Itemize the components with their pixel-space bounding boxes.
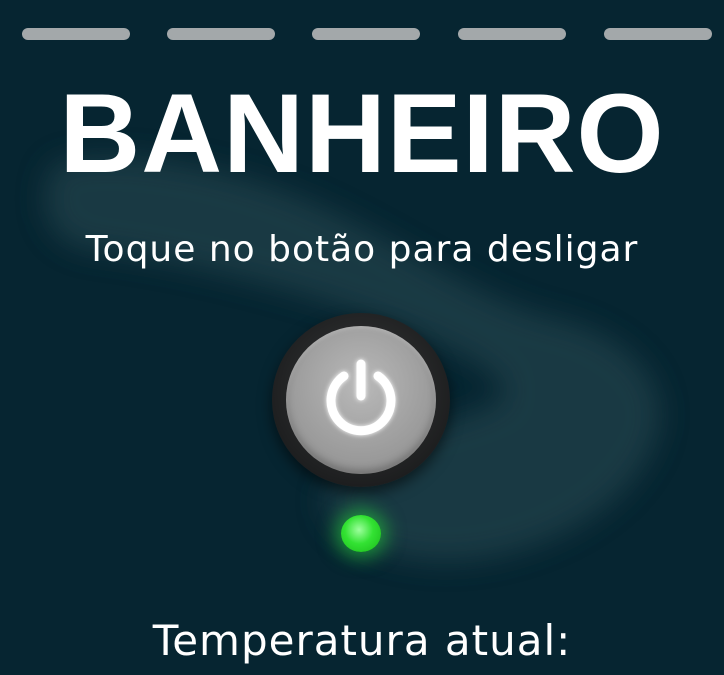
tab-indicator-3[interactable] [312,28,420,40]
tab-indicator-2[interactable] [167,28,275,40]
tab-indicator-4[interactable] [458,28,566,40]
power-button[interactable] [272,313,450,487]
room-title: BANHEIRO [59,71,665,196]
power-button-face[interactable] [286,326,436,474]
temperature-label: Temperatura atual: [152,616,572,665]
power-icon [326,359,396,436]
instruction-text: Toque no botão para desligar [85,229,639,270]
top-tab-bar [0,28,724,42]
status-led [341,515,381,552]
tab-indicator-5[interactable] [604,28,712,40]
tab-indicator-1[interactable] [22,28,130,40]
